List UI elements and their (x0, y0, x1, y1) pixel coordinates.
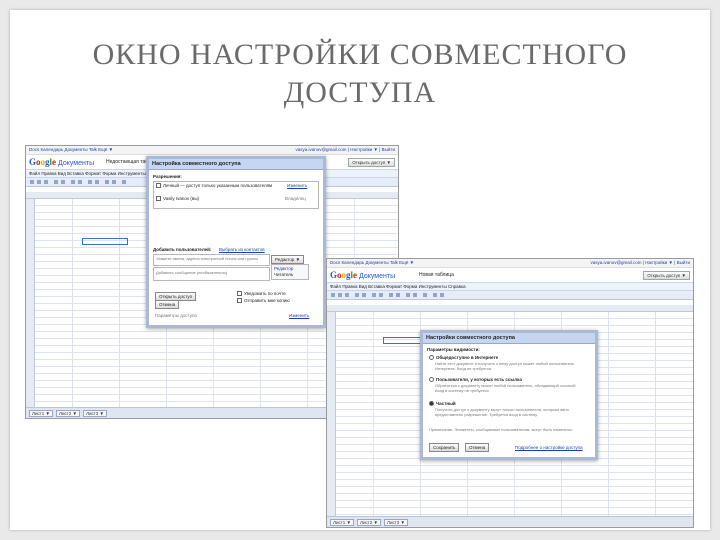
menu-bar[interactable]: Файл Правка Вид Вставка Формат Форма Инс… (327, 283, 693, 291)
dialog-title: Настройки совместного доступа (423, 333, 595, 344)
email-input[interactable]: Укажите имена, адреса электронной почты … (153, 254, 270, 266)
share-settings-dialog-1: Настройка совместного доступа Разрешения… (146, 156, 326, 328)
slide-title-line1: ОКНО НАСТРОЙКИ СОВМЕСТНОГО (92, 38, 628, 71)
sheet-tab-3[interactable]: Лист3 ▼ (384, 519, 408, 526)
lock-icon (156, 183, 161, 189)
email-placeholder: Укажите имена, адреса электронной почты … (156, 256, 259, 261)
message-input[interactable]: Добавить сообщение (необязательно) (153, 267, 270, 281)
role-option-viewer[interactable]: Читатель (274, 272, 293, 277)
visibility-option-public-desc: Найти этот документ и получить к нему до… (435, 361, 575, 371)
dialog-note: Примечание. Элементы, сообщаемые пользов… (429, 427, 573, 432)
share-button[interactable]: Открыть доступ ▼ (643, 271, 690, 280)
docs-header: Google Документы Новая таблица Открыть до… (327, 268, 693, 283)
selected-cell[interactable] (82, 238, 128, 245)
add-people-label: Добавить пользователей: (153, 247, 212, 252)
google-bar: Docs Календарь Документы Talk Ещё ▼ vasy… (327, 259, 693, 268)
role-select[interactable]: Редактор ▼ (271, 255, 305, 264)
cancel-button[interactable]: Отмена (465, 443, 490, 452)
change-visibility-link[interactable]: Изменить (287, 183, 307, 188)
choose-contacts-link[interactable]: Выбрать из контактов (219, 247, 265, 252)
sheet-tab-3[interactable]: Лист3 ▼ (83, 410, 107, 417)
footer-change-link[interactable]: Изменить (289, 313, 309, 318)
sheet-tab-1[interactable]: Лист1 ▼ (29, 410, 53, 417)
send-copy-checkbox[interactable]: Отправить мне копию (237, 298, 290, 304)
visibility-option-link[interactable]: Пользователи, у которых есть ссылка (429, 377, 522, 383)
visibility-option-public[interactable]: Общедоступно в Интернете (429, 355, 498, 361)
google-bar-links[interactable]: Docs Календарь Документы Talk Ещё ▼ (330, 260, 414, 265)
visibility-option-private[interactable]: Частный (429, 401, 456, 407)
permission-row-owner: Vasily Ivanov (вы) (156, 196, 199, 202)
account-links[interactable]: vasya.ivanov@gmail.com | Настройки ▼ | В… (590, 260, 690, 265)
save-button[interactable]: Сохранить (429, 443, 460, 452)
document-name[interactable]: Новая таблица (419, 272, 454, 278)
google-docs-logo[interactable]: Google Документы (330, 270, 395, 280)
visibility-label: Параметры видимости: (427, 347, 480, 352)
sheet-tab-2[interactable]: Лист2 ▼ (357, 519, 381, 526)
permissions-label: Разрешения: (153, 174, 182, 179)
sheet-tabs: Лист1 ▼ Лист2 ▼ Лист3 ▼ (327, 516, 693, 527)
permission-row-visibility: Личный — доступ только указанным пользов… (156, 183, 272, 189)
message-placeholder: Добавить сообщение (необязательно) (156, 270, 228, 275)
google-docs-logo[interactable]: Google Документы (29, 157, 94, 167)
share-settings-dialog-2: Настройки совместного доступа Параметры … (420, 330, 598, 460)
column-headers[interactable] (327, 305, 693, 312)
user-icon (156, 196, 161, 202)
visibility-option-link-desc: Обратиться к документу может любой польз… (435, 383, 577, 393)
help-link[interactable]: Подробнее о настройке доступа (515, 445, 583, 450)
owner-role: Владелец (285, 196, 306, 201)
notify-checkbox[interactable]: Уведомить по почте (237, 291, 286, 297)
toolbar[interactable] (327, 291, 693, 300)
sheet-tab-1[interactable]: Лист1 ▼ (330, 519, 354, 526)
access-settings-footer: Параметры доступа (155, 313, 197, 318)
cancel-button[interactable]: Отмена (155, 300, 180, 309)
account-links[interactable]: vasya.ivanov@gmail.com | Настройки ▼ | В… (295, 147, 395, 152)
role-dropdown: Редактор Читатель (271, 264, 309, 280)
sheet-tab-2[interactable]: Лист2 ▼ (56, 410, 80, 417)
slide-title-line2: ДОСТУПА (283, 76, 437, 109)
role-option-editor[interactable]: Редактор (274, 266, 293, 271)
google-bar: Docs Календарь Документы Talk Ещё ▼ vasy… (26, 146, 398, 155)
visibility-option-private-desc: Получить доступ к документу могут только… (435, 407, 569, 417)
share-button[interactable]: Открыть доступ ▼ (348, 158, 395, 167)
dialog-title: Настройка совместного доступа (149, 159, 323, 170)
google-bar-links[interactable]: Docs Календарь Документы Talk Ещё ▼ (29, 147, 113, 152)
